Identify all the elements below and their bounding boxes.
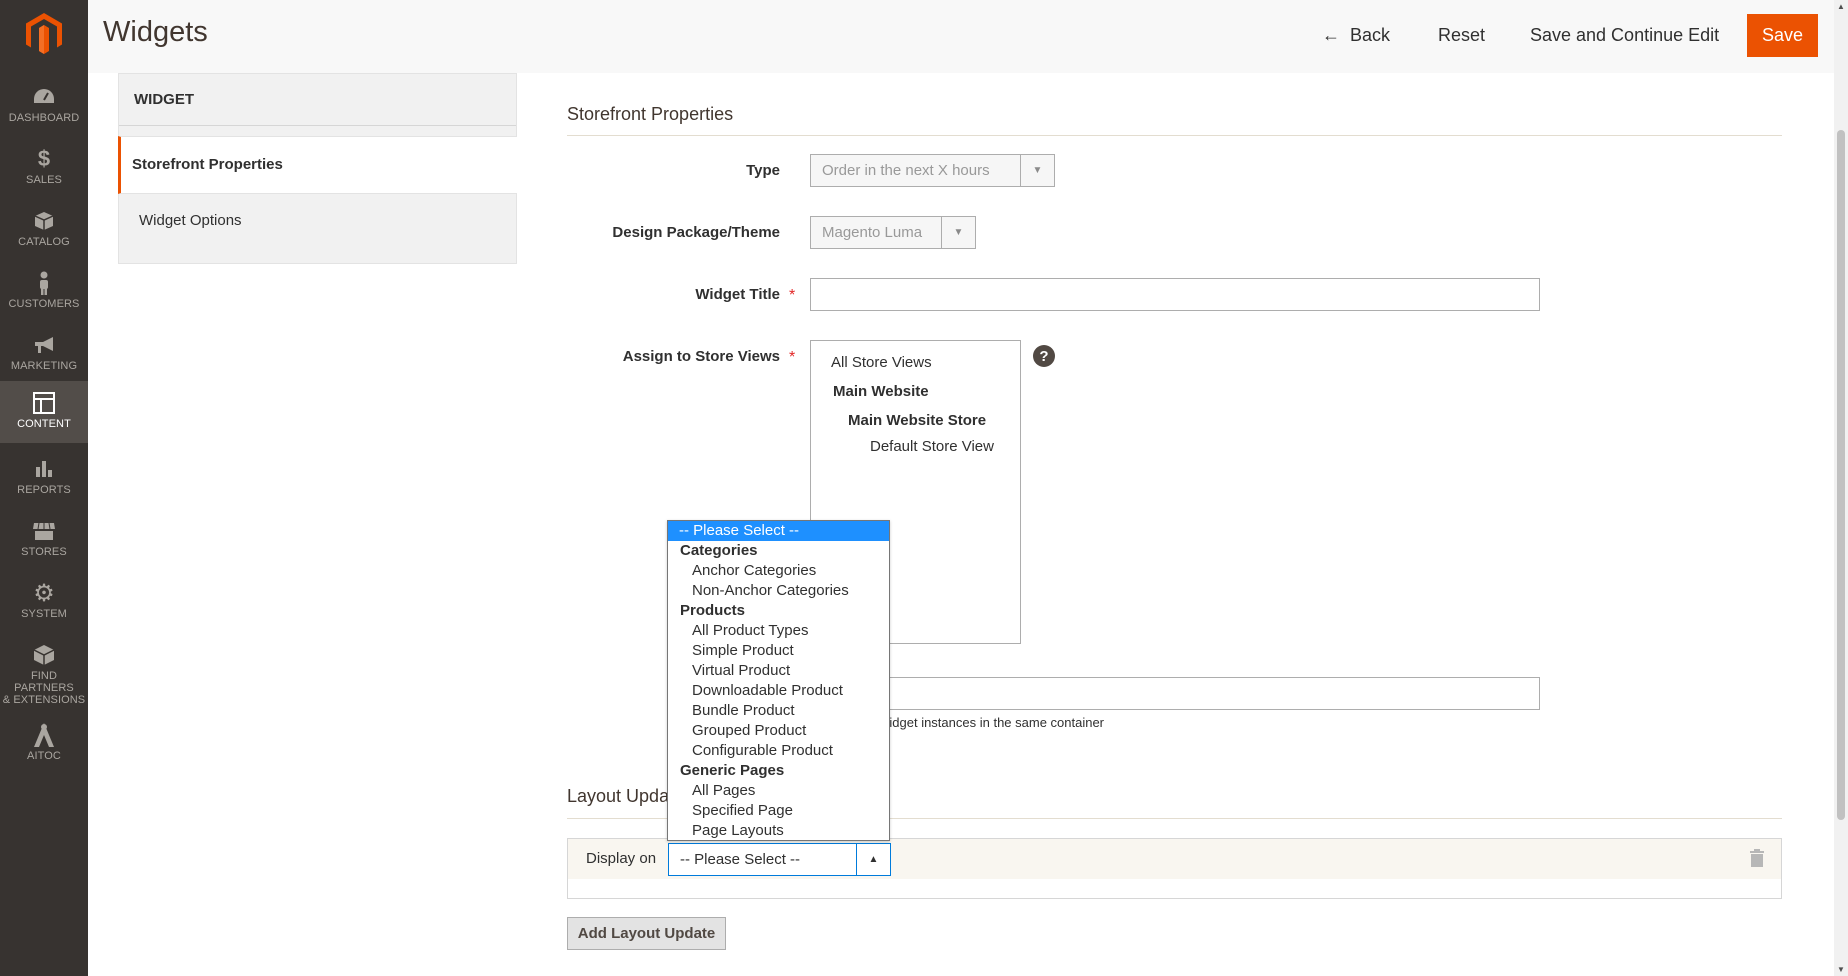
dropdown-option[interactable]: All Pages [668,781,889,801]
nav-label: MARKETING [10,360,78,372]
tabs-heading: WIDGET [119,74,516,126]
nav-customers[interactable]: CUSTOMERS [0,261,88,323]
nav-label: AITOC [27,750,61,762]
nav-system[interactable]: ⚙ SYSTEM [0,571,88,633]
nav-sales[interactable]: $ SALES [0,137,88,199]
chevron-up-icon: ▲ [856,844,890,875]
magento-logo-icon[interactable] [22,11,66,55]
store-view-option[interactable]: All Store Views [831,354,932,371]
display-on-dropdown-list[interactable]: -- Please Select -- Categories Anchor Cate… [667,520,890,841]
section-divider [567,135,1782,136]
store-view-group: Main Website Store [848,412,987,429]
scroll-up-icon[interactable]: ▲ [1837,2,1845,11]
dropdown-option[interactable]: Non-Anchor Categories [668,581,889,601]
display-on-value: -- Please Select -- [680,851,801,868]
widget-tabs: WIDGET Storefront Properties Widget Opti… [118,73,517,264]
display-on-select[interactable]: -- Please Select -- ▲ [668,843,891,876]
nav-label: FIND PARTNERS & EXTENSIONS [2,670,86,706]
nav-aitoc[interactable]: AITOC [0,713,88,775]
sort-order-input[interactable] [880,677,1540,710]
dropdown-option[interactable]: Bundle Product [668,701,889,721]
chevron-down-icon: ▼ [1020,155,1054,186]
back-label: Back [1350,24,1391,45]
tab-widget-options[interactable]: Widget Options [139,212,242,229]
dropdown-group-label: Categories [680,542,758,559]
type-label: Type [746,162,780,179]
nav-reports[interactable]: REPORTS [0,447,88,509]
dropdown-option[interactable]: Virtual Product [668,661,889,681]
section-title: Storefront Properties [567,104,734,124]
scrollbar-thumb[interactable] [1837,130,1845,820]
dropdown-option[interactable]: Page Layouts [668,821,889,840]
nav-label: SALES [26,174,62,186]
widget-title-label: Widget Title [695,286,780,303]
scroll-down-icon[interactable]: ▼ [1837,965,1845,974]
widget-title-input[interactable] [810,278,1540,311]
bar-chart-icon [0,457,88,481]
dropdown-option[interactable]: Specified Page [668,801,889,821]
dropdown-group-label: Generic Pages [680,762,785,779]
cube-icon [0,643,88,667]
storefront-icon [0,519,88,543]
chevron-down-icon: ▼ [941,217,975,248]
nav-label: DASHBOARD [8,112,80,124]
store-views-label: Assign to Store Views [622,348,780,365]
person-icon [0,271,88,295]
save-and-continue-button[interactable]: Save and Continue Edit [1530,14,1719,56]
megaphone-icon [0,333,88,357]
theme-select: Magento Luma ▼ [810,216,976,249]
admin-sidebar: DASHBOARD $ SALES CATALOG CUSTOMERS MARK… [0,0,88,976]
nav-label: CONTENT [17,418,71,430]
tab-storefront-properties[interactable]: Storefront Properties [118,136,517,194]
layout-update-row: Display on -- Please Select -- ▲ [568,839,1781,879]
layout-updates-title: Layout Upda [567,786,670,806]
nav-label: STORES [21,546,67,558]
reset-button[interactable]: Reset [1438,14,1485,56]
dashboard-icon [0,85,88,109]
display-on-label: Display on [586,850,657,867]
layout-icon [0,391,88,415]
aitoc-icon [0,723,88,747]
dropdown-option[interactable]: Grouped Product [668,721,889,741]
page-title: Widgets [103,16,208,48]
nav-catalog[interactable]: CATALOG [0,199,88,261]
type-value: Order in the next X hours [822,162,990,179]
nav-label: REPORTS [17,484,71,496]
nav-stores[interactable]: STORES [0,509,88,571]
required-marker: * [789,287,796,304]
box-icon [0,209,88,233]
nav-find-partners[interactable]: FIND PARTNERS & EXTENSIONS [0,633,88,711]
required-marker: * [789,349,796,366]
add-layout-update-button[interactable]: Add Layout Update [567,917,726,950]
dropdown-option[interactable]: All Product Types [668,621,889,641]
nav-marketing[interactable]: MARKETING [0,323,88,385]
dropdown-group-label: Products [680,602,746,619]
dropdown-option[interactable]: Downloadable Product [668,681,889,701]
dropdown-option[interactable]: Simple Product [668,641,889,661]
page-scrollbar[interactable]: ▲ ▼ [1834,0,1848,976]
theme-value: Magento Luma [822,224,923,241]
arrow-left-icon: ← [1322,24,1340,45]
layout-update-box: Display on -- Please Select -- ▲ [567,838,1782,899]
help-icon[interactable]: ? [1033,345,1055,367]
theme-label: Design Package/Theme [612,224,780,241]
trash-icon[interactable] [1748,848,1766,868]
type-select: Order in the next X hours ▼ [810,154,1055,187]
store-view-option[interactable]: Default Store View [870,438,994,455]
dropdown-option[interactable]: Configurable Product [668,741,889,761]
save-button[interactable]: Save [1747,14,1818,57]
field-note: widget instances in the same container [880,715,1105,730]
gear-icon: ⚙ [33,579,55,607]
dropdown-option[interactable]: -- Please Select -- [668,521,889,541]
nav-label: CUSTOMERS [8,298,80,310]
store-view-group: Main Website [833,383,929,400]
dropdown-option[interactable]: Anchor Categories [668,561,889,581]
dollar-icon: $ [37,146,51,171]
nav-label: SYSTEM [21,608,67,620]
nav-dashboard[interactable]: DASHBOARD [0,75,88,137]
back-button[interactable]: ← Back [1322,14,1390,56]
nav-label: CATALOG [18,236,70,248]
nav-content[interactable]: CONTENT [0,381,88,443]
